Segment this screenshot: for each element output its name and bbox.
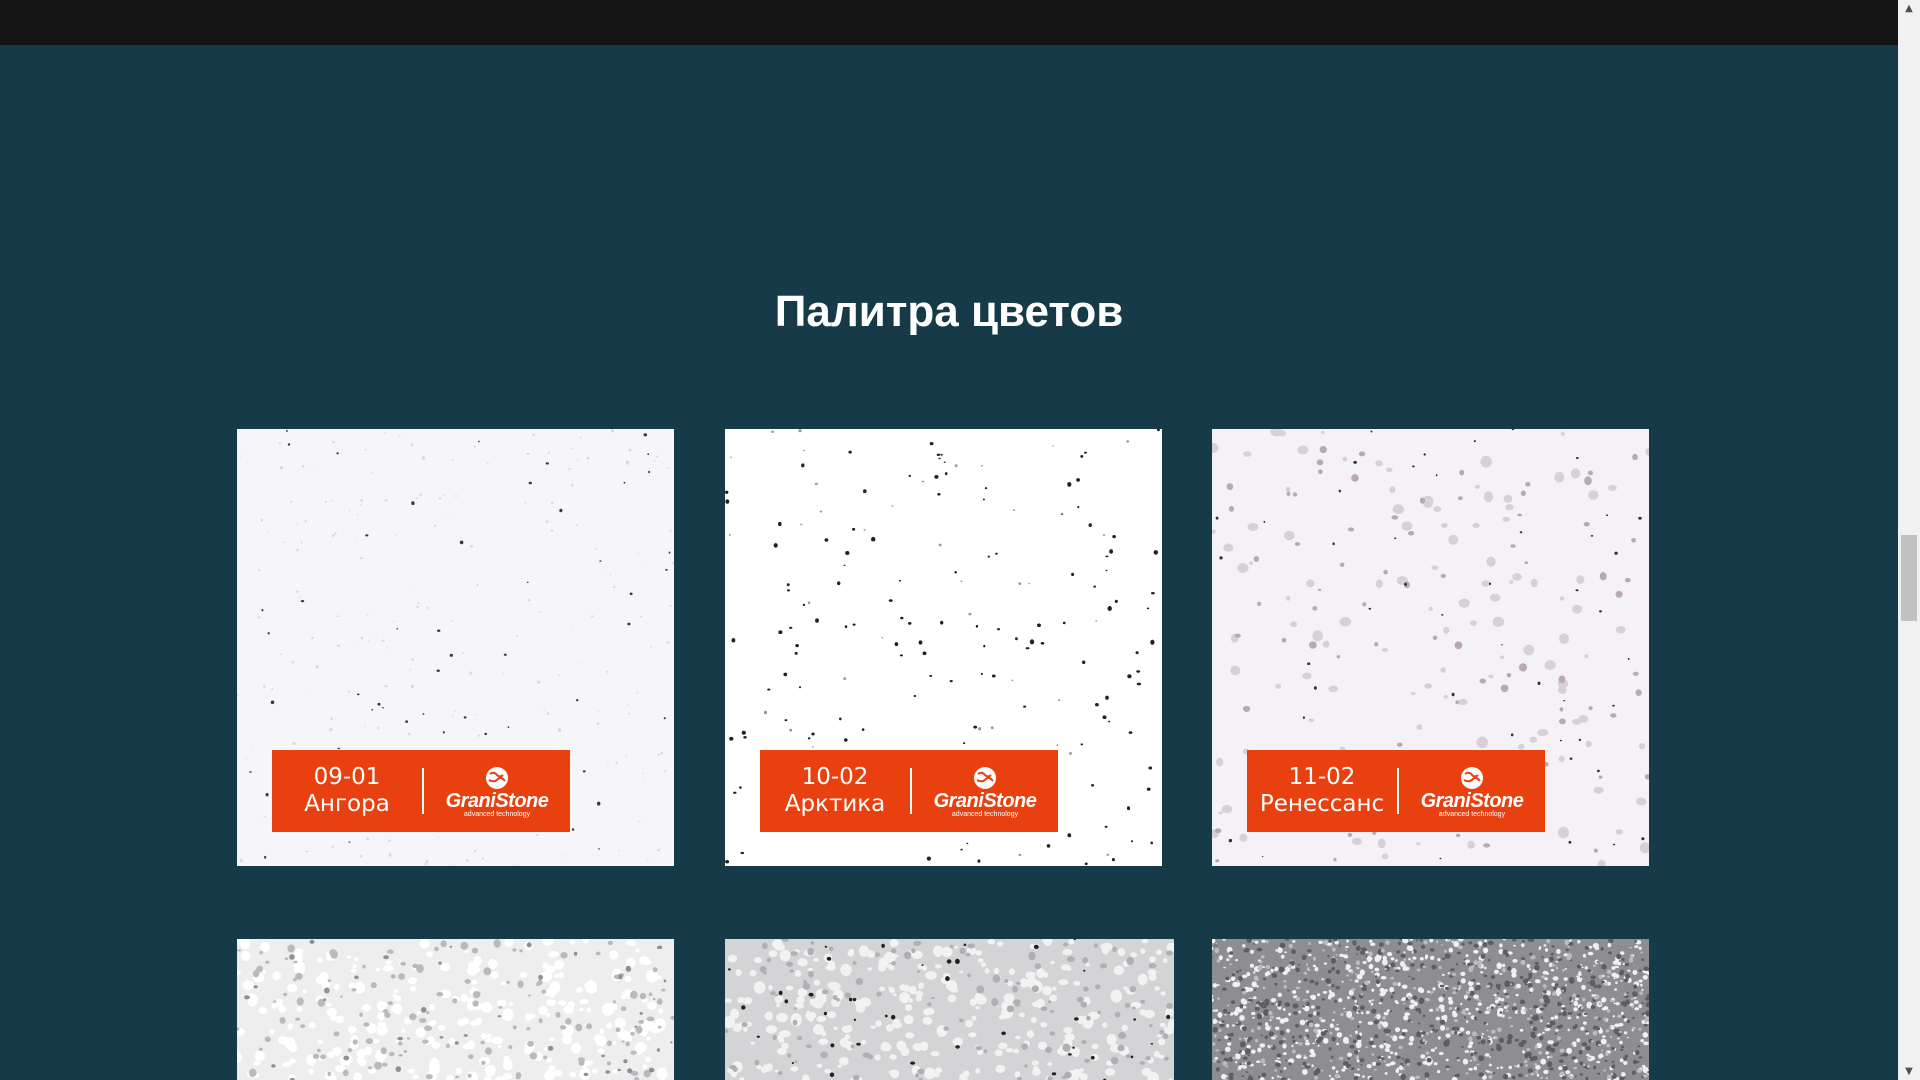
stone-texture [237,939,674,1080]
swatch-label: 10-02 Арктика GraniStone advanced techno… [760,750,1058,832]
top-header-bar [0,0,1898,45]
swatch-code: 10-02 [801,764,869,790]
stone-texture [725,939,1174,1080]
brand-name: GraniStone [445,790,549,812]
brand-tagline: advanced technology [463,811,531,818]
color-swatch[interactable] [237,939,674,1080]
vertical-scrollbar[interactable]: ▲ ▼ [1898,0,1920,1080]
swatch-name: Ангора [304,791,390,817]
color-swatch-renessans[interactable]: 11-02 Ренессанс GraniStone advanced tech… [1212,429,1649,866]
globe-icon [974,767,996,789]
swatch-name: Ренессанс [1259,791,1385,817]
swatch-code: 11-02 [1288,764,1356,790]
scrollbar-thumb[interactable] [1901,535,1917,621]
brand-name: GraniStone [1420,790,1524,812]
brand-logo: GraniStone advanced technology [424,763,570,819]
globe-icon [1461,767,1483,789]
swatch-label: 09-01 Ангора GraniStone advanced technol… [272,750,570,832]
swatch-code: 09-01 [313,764,381,790]
brand-logo: GraniStone advanced technology [912,763,1058,819]
brand-tagline: advanced technology [951,811,1019,818]
color-swatch[interactable] [1212,939,1649,1080]
arrow-up-icon[interactable]: ▲ [1898,0,1920,17]
color-swatch[interactable] [725,939,1174,1080]
stone-texture [1212,939,1649,1080]
color-swatch-angora[interactable]: 09-01 Ангора GraniStone advanced technol… [237,429,674,866]
swatch-name: Арктика [784,791,886,817]
color-swatch-arktika[interactable]: 10-02 Арктика GraniStone advanced techno… [725,429,1162,866]
brand-name: GraniStone [933,790,1037,812]
globe-icon [486,767,508,789]
arrow-down-icon[interactable]: ▼ [1898,1063,1920,1080]
swatch-label: 11-02 Ренессанс GraniStone advanced tech… [1247,750,1545,832]
section-title: Палитра цветов [774,287,1124,336]
brand-logo: GraniStone advanced technology [1399,763,1545,819]
brand-tagline: advanced technology [1438,811,1506,818]
